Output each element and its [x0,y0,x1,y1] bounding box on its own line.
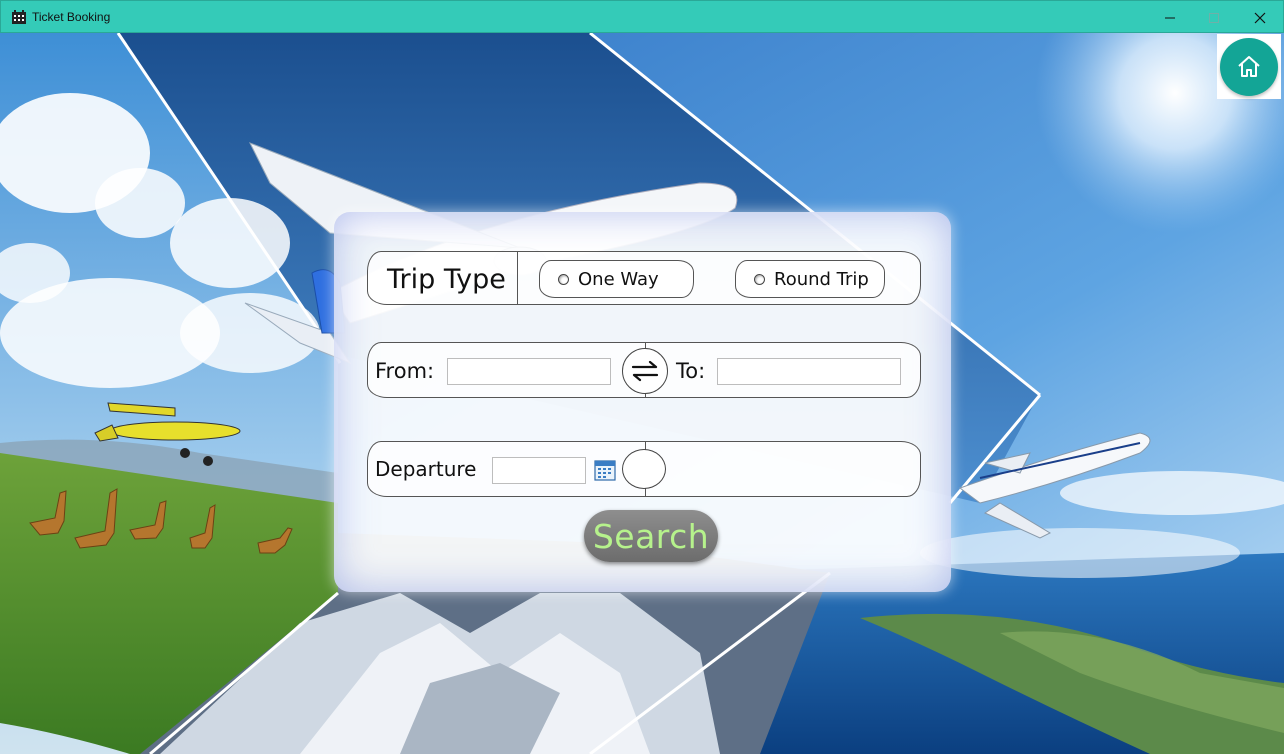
minimize-button[interactable] [1147,1,1193,34]
calendar-grid-icon [12,10,26,24]
to-input[interactable] [717,358,901,385]
trip-type-row: Trip Type One Way Round Trip [367,251,921,305]
maximize-button[interactable] [1191,1,1237,34]
round-trip-label: Round Trip [774,268,869,290]
close-icon [1254,12,1266,23]
round-trip-option[interactable]: Round Trip [735,260,885,298]
departure-row: Departure [367,441,921,497]
home-icon [1238,55,1260,77]
one-way-radio[interactable] [558,273,569,285]
minimize-icon [1165,17,1175,18]
maximize-icon [1209,12,1219,23]
route-row: From: To: [367,342,921,398]
window-title: Ticket Booking [32,10,111,24]
title-bar[interactable]: Ticket Booking [0,0,1284,33]
search-button[interactable]: Search [584,510,718,562]
departure-label: Departure [375,457,477,481]
home-button[interactable] [1220,37,1278,96]
calendar-button[interactable] [594,459,616,481]
swap-button[interactable] [622,348,668,394]
from-input[interactable] [447,358,611,385]
booking-card: Trip Type One Way Round Trip From: To: D… [334,212,951,592]
departure-date-input[interactable] [492,457,586,484]
trip-type-divider [517,252,519,304]
swap-arrows-icon [631,360,659,382]
trip-type-label: Trip Type [387,264,506,295]
departure-toggle-circle[interactable] [622,449,666,489]
home-button-area [1217,34,1281,99]
one-way-option[interactable]: One Way [539,260,694,298]
calendar-icon [594,460,616,481]
round-trip-radio[interactable] [754,273,765,285]
close-button[interactable] [1237,1,1283,34]
to-label: To: [676,359,706,383]
from-label: From: [375,359,435,383]
one-way-label: One Way [578,268,659,290]
